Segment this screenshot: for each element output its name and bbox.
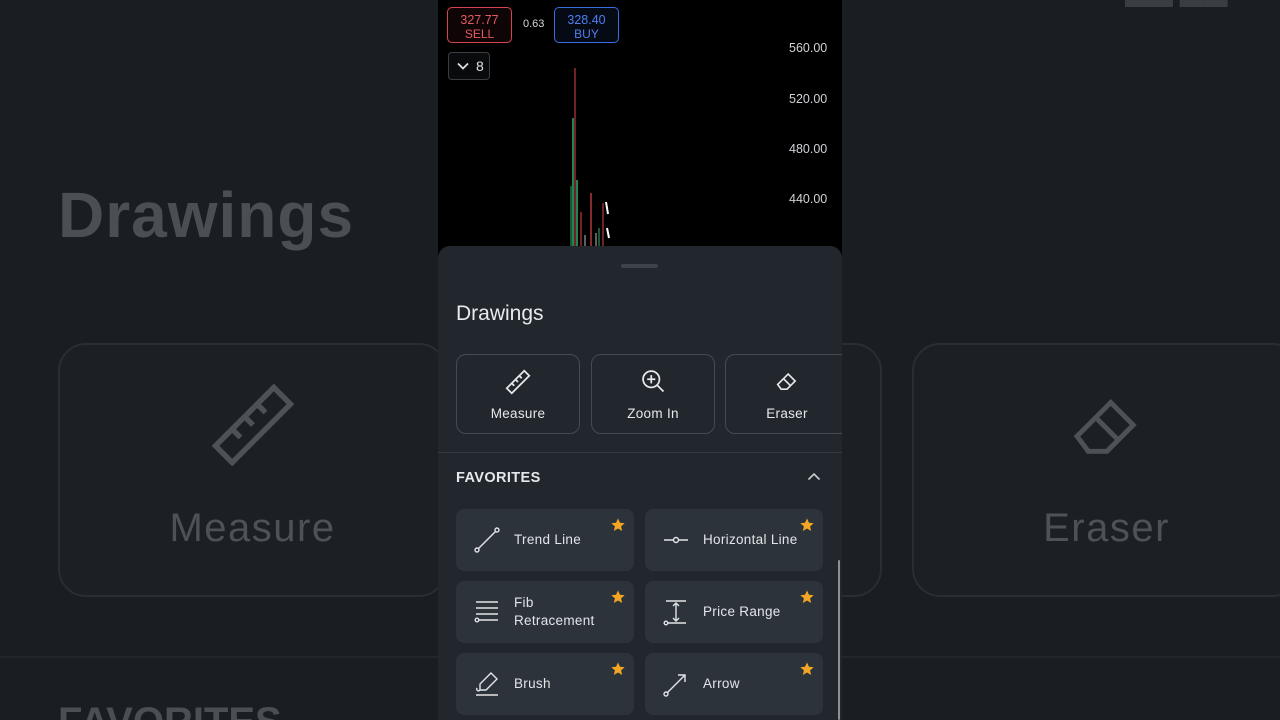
star-icon[interactable] (799, 517, 815, 533)
measure-button[interactable]: Measure (456, 354, 580, 434)
indicator-count: 8 (476, 58, 484, 74)
background-title: Drawings (58, 179, 355, 251)
favorite-label: Price Range (703, 604, 781, 619)
background-card-measure: Measure (58, 343, 447, 597)
indicators-toggle[interactable]: 8 (448, 52, 490, 80)
favorite-label: Fib Retracement (514, 595, 595, 628)
ruler-icon (211, 383, 294, 467)
favorite-horizontal-line[interactable]: Horizontal Line (645, 509, 823, 571)
sheet-grabber[interactable] (621, 264, 658, 268)
eraser-icon (776, 372, 797, 390)
trend-line-icon (474, 527, 500, 553)
star-icon[interactable] (610, 517, 626, 533)
star-icon[interactable] (799, 661, 815, 677)
background-favorites: FAVORITES (58, 700, 282, 720)
favorite-fib-retracement[interactable]: Fib Retracement (456, 581, 634, 643)
measure-label: Measure (490, 406, 546, 421)
buy-button[interactable]: 328.40 BUY (554, 7, 619, 43)
fib-retracement-icon (474, 601, 498, 623)
favorite-price-range[interactable]: Price Range (645, 581, 823, 643)
candle (605, 201, 609, 215)
spread-value: 0.63 (523, 18, 545, 30)
star-icon[interactable] (610, 589, 626, 605)
favorite-label: Brush (514, 676, 551, 691)
buy-label: BUY (574, 27, 599, 41)
sheet-title: Drawings (456, 302, 544, 325)
price-chart[interactable]: 327.77 SELL 0.63 328.40 BUY 8 560.00 520… (438, 0, 842, 260)
background-fragment: ▬▬ ▬▬ (1125, 0, 1228, 14)
price-range-icon (663, 600, 686, 626)
price-axis-label: 560.00 (789, 41, 828, 55)
scrollbar[interactable] (838, 560, 840, 720)
chevron-up-icon[interactable] (807, 472, 821, 481)
chevron-down-icon (457, 62, 469, 70)
arrow-icon (663, 674, 686, 697)
phone-screen: 327.77 SELL 0.63 328.40 BUY 8 560.00 520… (438, 0, 842, 720)
favorite-arrow[interactable]: Arrow (645, 653, 823, 715)
eraser-icon (1073, 399, 1137, 454)
favorite-trend-line[interactable]: Trend Line (456, 509, 634, 571)
star-icon[interactable] (799, 589, 815, 605)
eraser-label: Eraser (766, 406, 808, 421)
zoom-in-label: Zoom In (627, 406, 679, 421)
background-card-eraser: Eraser (912, 343, 1280, 597)
background-card-label: Eraser (1043, 506, 1170, 550)
favorites-header: FAVORITES (456, 470, 541, 486)
sell-price: 327.77 (460, 13, 499, 27)
ruler-icon (505, 369, 531, 395)
price-axis-label: 480.00 (789, 142, 828, 156)
sell-label: SELL (464, 27, 495, 41)
sell-button[interactable]: 327.77 SELL (447, 7, 512, 43)
drawings-sheet: Drawings Measure Zoom In Eraser FAVORITE… (438, 246, 842, 720)
section-divider (438, 452, 842, 453)
eraser-button[interactable]: Eraser (725, 354, 842, 434)
buy-price: 328.40 (567, 13, 606, 27)
favorite-label: Horizontal Line (703, 532, 798, 547)
star-icon[interactable] (610, 661, 626, 677)
zoom-in-icon (642, 370, 665, 393)
favorite-label: Trend Line (514, 532, 582, 547)
brush-icon (476, 672, 498, 696)
favorite-label: Arrow (703, 676, 740, 691)
price-axis-label: 440.00 (789, 192, 828, 206)
background-card-label: Measure (169, 506, 336, 550)
zoom-in-button[interactable]: Zoom In (591, 354, 715, 434)
candle (606, 227, 610, 239)
horizontal-line-icon (664, 536, 688, 544)
price-axis-label: 520.00 (789, 92, 828, 106)
favorite-brush[interactable]: Brush (456, 653, 634, 715)
